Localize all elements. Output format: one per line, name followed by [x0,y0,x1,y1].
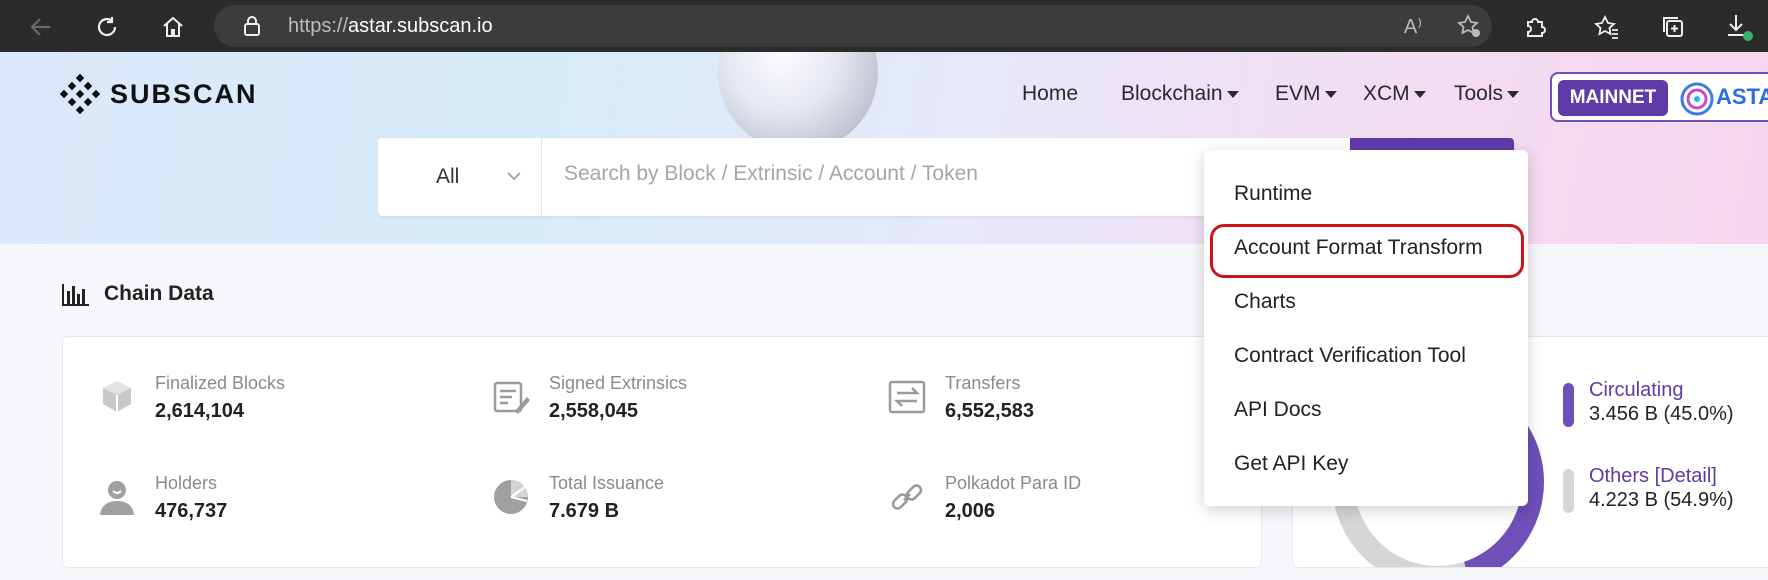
star-add-icon [1456,13,1480,37]
pie-icon [494,480,528,514]
mainnet-button[interactable]: MAINNET [1558,80,1668,116]
legend-others-swatch [1563,469,1574,513]
menu-item-charts[interactable]: Charts [1234,290,1296,314]
stat-finalized-blocks: Finalized Blocks 2,614,104 [97,373,285,423]
collections-button[interactable] [1656,10,1690,44]
subscan-logo[interactable]: SUBSCAN [60,74,258,114]
address-bar[interactable]: https://astar.subscan.io A⁾ [214,5,1492,47]
chevron-down-icon [507,172,521,181]
url-text: https://astar.subscan.io [288,15,493,37]
menu-item-contract-verification-tool[interactable]: Contract Verification Tool [1234,344,1466,368]
legend-others-value: 4.223 B (54.9%) [1589,489,1734,511]
stat-transfers: Transfers 6,552,583 [887,373,1034,423]
refresh-icon [97,17,117,37]
lock-icon [244,16,260,36]
browser-toolbar: https://astar.subscan.io A⁾ [0,0,1768,52]
network-name: ASTA [1716,84,1768,109]
legend-others-label: Others [Detail] [1589,465,1717,487]
puzzle-icon [1527,18,1546,37]
home-icon [163,16,183,37]
nav-xcm[interactable]: XCM [1363,82,1426,106]
caret-down-icon [1413,90,1426,98]
menu-item-get-api-key[interactable]: Get API Key [1234,452,1348,476]
others-detail-link[interactable]: [Detail] [1655,465,1717,487]
legend-circulating-label: Circulating [1589,379,1684,401]
caret-down-icon [1226,90,1239,98]
stat-polkadot-para-id: Polkadot Para ID 2,006 [887,473,1081,523]
stat-signed-extrinsics: Signed Extrinsics 2,558,045 [491,373,687,423]
stat-total-issuance: Total Issuance 7.679 B [491,473,664,523]
favorites-icon [1594,14,1618,39]
astar-logo-icon [1680,82,1714,116]
user-icon [100,481,134,515]
collections-icon [1663,17,1683,37]
downloads-button[interactable] [1722,10,1756,44]
block-cube-icon [103,381,131,412]
nav-home[interactable]: Home [1022,82,1078,106]
subscan-logo-icon [60,74,100,114]
caret-down-icon [1507,90,1520,98]
decorative-orb [718,52,878,152]
caret-down-icon [1324,90,1337,98]
legend-circulating-value: 3.456 B (45.0%) [1589,403,1734,425]
back-button[interactable] [24,10,58,44]
transfer-arrows-icon [888,380,926,414]
refresh-button[interactable] [90,10,124,44]
link-icon [891,484,923,510]
nav-blockchain[interactable]: Blockchain [1121,82,1239,106]
favorites-button[interactable] [1590,10,1624,44]
network-switcher: MAINNET ASTA [1550,72,1768,122]
bar-chart-icon [62,284,89,306]
menu-item-api-docs[interactable]: API Docs [1234,398,1322,422]
search-filter-select[interactable]: All [378,138,542,216]
chain-data-heading: Chain Data [62,282,214,306]
home-button[interactable] [156,10,190,44]
download-icon [1728,15,1753,41]
nav-tools[interactable]: Tools [1454,82,1520,106]
add-favorite-button[interactable] [1452,9,1486,43]
legend-circulating-swatch [1563,383,1574,427]
menu-item-account-format-transform[interactable]: Account Format Transform [1234,236,1483,260]
chain-data-card: Finalized Blocks 2,614,104 Signed Extrins… [62,336,1262,568]
nav-evm[interactable]: EVM [1275,82,1337,106]
extensions-button[interactable] [1518,10,1552,44]
read-aloud-button[interactable]: A⁾ [1396,9,1430,43]
back-arrow-icon [30,18,50,36]
tools-dropdown-menu: Runtime Account Format Transform Charts … [1204,150,1528,506]
document-sign-icon [493,381,530,414]
logo-text: SUBSCAN [110,78,258,109]
stat-holders: Holders 476,737 [97,473,227,523]
menu-item-runtime[interactable]: Runtime [1234,182,1312,206]
read-aloud-icon: A⁾ [1403,15,1423,38]
